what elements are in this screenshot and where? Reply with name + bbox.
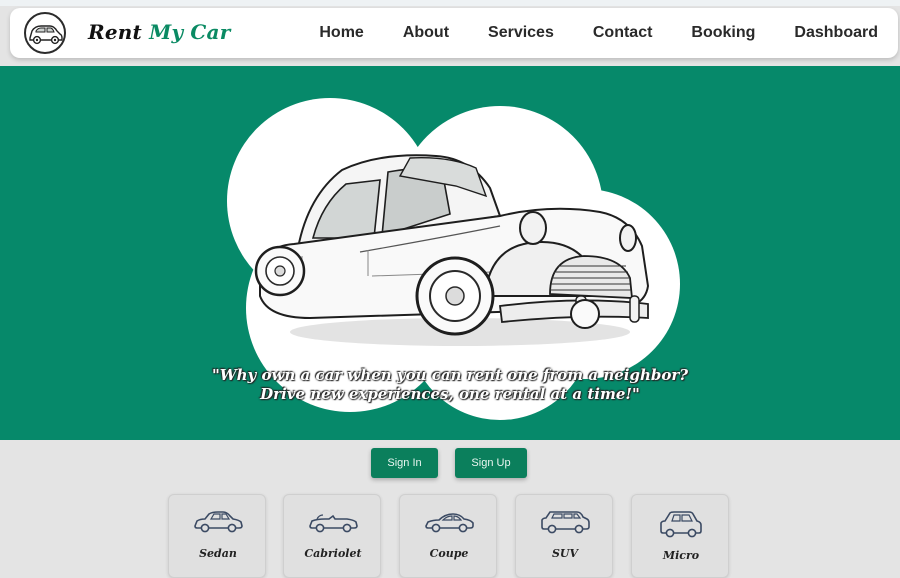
hero-quote-line1: "Why own a car when you can rent one fro… (211, 366, 689, 384)
category-label: SUV (551, 547, 579, 560)
brand-logo[interactable]: Rent My Car (88, 20, 230, 44)
brand-name-part1: Rent (88, 20, 142, 44)
vintage-car-illustration (254, 154, 650, 346)
category-label: Sedan (199, 547, 237, 560)
micro-icon (660, 511, 702, 538)
hero-quote-line2: Drive new experiences, one rental at a t… (260, 385, 640, 403)
nav-about[interactable]: About (403, 24, 449, 42)
category-label: Coupe (429, 547, 469, 560)
nav-dashboard[interactable]: Dashboard (794, 24, 878, 42)
main-nav: Home About Services Contact Booking Dash… (280, 8, 878, 58)
category-card-coupe[interactable]: Coupe (399, 494, 497, 578)
navbar: Rent My Car Home About Services Contact … (10, 8, 898, 58)
top-strip (0, 0, 900, 6)
nav-booking[interactable]: Booking (691, 24, 755, 42)
nav-contact[interactable]: Contact (593, 24, 653, 42)
sedan-icon (194, 511, 243, 533)
vintage-car-logo-icon[interactable] (24, 12, 66, 54)
category-label: Cabriolet (304, 547, 362, 560)
cabriolet-icon (309, 514, 358, 533)
nav-services[interactable]: Services (488, 24, 554, 42)
coupe-icon (425, 513, 474, 533)
suv-icon (541, 511, 590, 534)
category-card-micro[interactable]: Micro (631, 494, 729, 578)
brand-name-part2: My Car (149, 20, 231, 44)
category-card-sedan[interactable]: Sedan (168, 494, 266, 578)
nav-home[interactable]: Home (319, 24, 363, 42)
category-card-suv[interactable]: SUV (515, 494, 613, 578)
sign-in-button[interactable]: Sign In (371, 448, 438, 478)
sign-up-button[interactable]: Sign Up (455, 448, 527, 478)
category-card-cabriolet[interactable]: Cabriolet (283, 494, 381, 578)
category-label: Micro (662, 549, 700, 562)
hero-banner: "Why own a car when you can rent one fro… (0, 66, 900, 440)
